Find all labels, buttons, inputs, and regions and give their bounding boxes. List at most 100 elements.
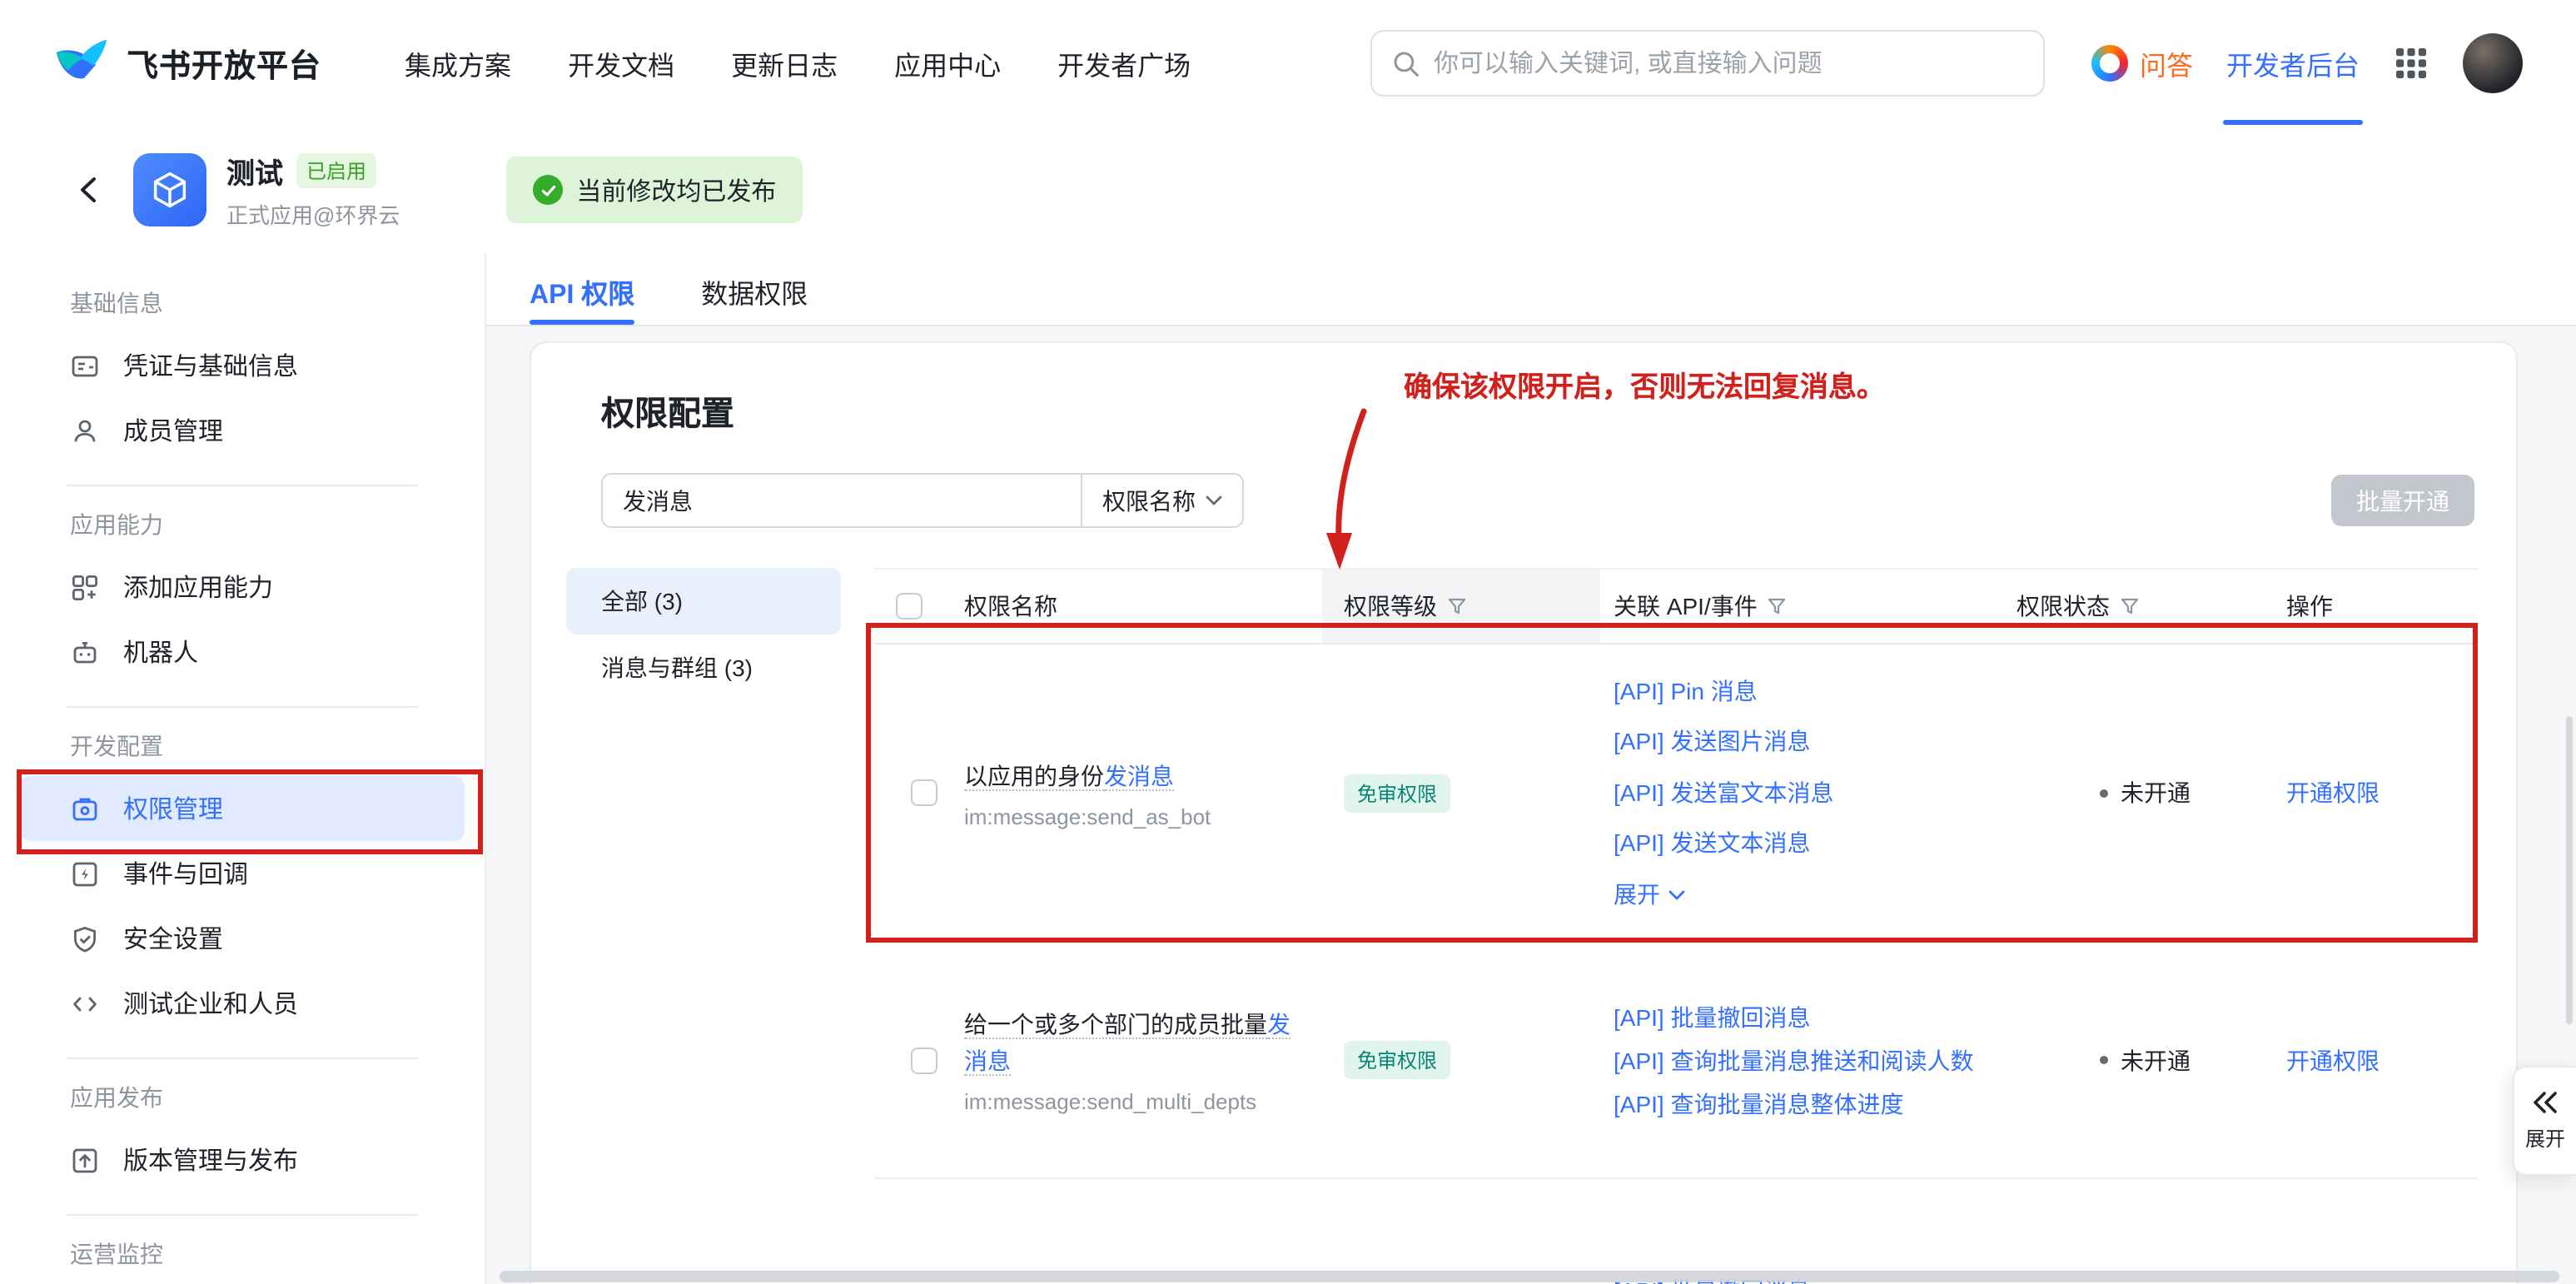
permission-code: im:message:send_as_bot (964, 804, 1322, 829)
nav-item-integration[interactable]: 集成方案 (405, 43, 511, 83)
publish-status-text: 当前修改均已发布 (576, 172, 776, 207)
sidebar-item-label: 测试企业和人员 (123, 986, 298, 1021)
search-type-dropdown[interactable]: 权限名称 (1081, 473, 1244, 528)
permission-name[interactable]: 给一个或多个部门的成员批量发消息 (964, 1006, 1322, 1079)
sidebar-item-events[interactable]: 事件与回调 (20, 841, 465, 906)
feishu-logo-icon (53, 35, 110, 92)
expand-sidebar-fab[interactable]: 展开 (2513, 1066, 2576, 1176)
table-row: 给多个用户批量发消息 [API] 批量撤回消息 [API] 查询批量消息推送和阅… (874, 1179, 2478, 1284)
nav-item-dev-plaza[interactable]: 开发者广场 (1057, 43, 1191, 83)
sidebar-item-credentials[interactable]: 凭证与基础信息 (20, 333, 465, 398)
sidebar-item-add-capability[interactable]: 添加应用能力 (20, 555, 465, 620)
status-cell: 未开通 (2000, 943, 2273, 1177)
horizontal-scrollbar[interactable] (500, 1271, 2559, 1282)
brand[interactable]: 飞书开放平台 (53, 35, 321, 92)
sidebar-section-basic: 基础信息 (0, 286, 485, 320)
api-link[interactable]: [API] 查询批量消息推送和阅读人数 (1614, 1038, 2000, 1082)
id-card-icon (70, 351, 100, 381)
api-link[interactable]: [API] 查询批量消息整体进度 (1614, 1082, 2000, 1125)
back-button[interactable] (73, 173, 107, 207)
enabled-badge: 已启用 (296, 153, 376, 188)
qa-link[interactable]: 问答 (2091, 43, 2193, 83)
permission-search: 权限名称 (601, 473, 1244, 528)
table-header: 权限名称 权限等级 关联 API/事件 权限状态 操作 (874, 568, 2478, 644)
batch-open-button[interactable]: 批量开通 (2331, 475, 2474, 526)
tab-data-permission[interactable]: 数据权限 (701, 253, 808, 325)
apps-grid-icon[interactable] (2393, 45, 2429, 82)
qa-label: 问答 (2140, 43, 2193, 83)
back-chevron-icon (73, 173, 107, 207)
nav-item-docs[interactable]: 开发文档 (568, 43, 674, 83)
filter-all[interactable]: 全部 (3) (566, 568, 841, 635)
user-icon (70, 416, 100, 445)
api-link[interactable]: [API] Pin 消息 (1614, 666, 2000, 717)
sidebar-item-label: 安全设置 (123, 921, 223, 956)
open-permission-link[interactable]: 开通权限 (2286, 1043, 2478, 1077)
search-type-label: 权限名称 (1102, 484, 1196, 517)
expand-apis-link[interactable]: 展开 (1614, 869, 2000, 920)
search-icon (1392, 49, 1420, 77)
select-all-checkbox[interactable] (896, 593, 922, 620)
row-checkbox[interactable] (910, 1047, 937, 1073)
sidebar-item-test-org[interactable]: 测试企业和人员 (20, 971, 465, 1036)
app-meta: 测试 已启用 正式应用@环界云 (226, 150, 400, 230)
code-brackets-icon (70, 988, 100, 1018)
sidebar-item-version-release[interactable]: 版本管理与发布 (20, 1127, 465, 1192)
status-text: 未开通 (2121, 776, 2191, 809)
sidebar-item-bot[interactable]: 机器人 (20, 620, 465, 684)
status-dot (2099, 789, 2107, 797)
sidebar-item-members[interactable]: 成员管理 (20, 398, 465, 463)
filter-funnel-icon[interactable] (1768, 596, 1788, 616)
chevron-down-icon (1206, 495, 1222, 506)
permission-panel: 权限配置 权限名称 批量开通 全部 (3) 消息与群组 (3) (530, 341, 2518, 1284)
row-checkbox[interactable] (910, 779, 937, 806)
filter-funnel-icon[interactable] (2120, 596, 2140, 616)
permission-search-input[interactable] (601, 473, 1081, 528)
sidebar-section-release: 应用发布 (0, 1081, 485, 1114)
api-link[interactable]: [API] 发送图片消息 (1614, 717, 2000, 768)
user-avatar[interactable] (2463, 33, 2523, 93)
sidebar-item-label: 机器人 (123, 635, 198, 669)
status-cell: 未开通 (2000, 644, 2273, 941)
sidebar-item-security[interactable]: 安全设置 (20, 906, 465, 971)
col-header-level: 权限等级 (1344, 590, 1437, 623)
sidebar-divider (67, 1214, 418, 1216)
app-name: 测试 (226, 150, 283, 192)
sidebar-item-label: 凭证与基础信息 (123, 348, 298, 383)
nav-item-changelog[interactable]: 更新日志 (731, 43, 838, 83)
robot-icon (70, 637, 100, 667)
vertical-scrollbar[interactable] (2566, 716, 2573, 1024)
tab-api-permission[interactable]: API 权限 (530, 253, 634, 325)
panel-title: 权限配置 (601, 386, 734, 435)
sidebar-item-label: 事件与回调 (123, 856, 248, 891)
app-subtitle: 正式应用@环界云 (226, 198, 400, 230)
filter-message-group[interactable]: 消息与群组 (3) (566, 635, 841, 701)
nav-right: 问答 开发者后台 (2091, 33, 2523, 93)
cube-icon (148, 168, 191, 212)
app-header: 测试 已启用 正式应用@环界云 当前修改均已发布 (0, 127, 2576, 253)
open-permission-link[interactable]: 开通权限 (2286, 776, 2478, 809)
global-search-input[interactable] (1434, 49, 2023, 77)
api-link[interactable]: [API] 发送富文本消息 (1614, 768, 2000, 819)
nav-item-app-center[interactable]: 应用中心 (894, 43, 1001, 83)
permission-table: 权限名称 权限等级 关联 API/事件 权限状态 操作 (874, 568, 2478, 1284)
shield-icon (70, 923, 100, 953)
category-filter-list: 全部 (3) 消息与群组 (3) (566, 568, 841, 701)
filter-funnel-icon[interactable] (1447, 596, 1467, 616)
global-search[interactable] (1370, 30, 2045, 97)
expand-apis-label: 展开 (1614, 869, 1660, 920)
api-link[interactable]: [API] 发送文本消息 (1614, 819, 2000, 869)
sidebar-section-capability: 应用能力 (0, 508, 485, 541)
chevron-down-icon (1668, 888, 1685, 900)
col-header-name: 权限名称 (964, 590, 1057, 623)
sidebar-item-permissions[interactable]: 权限管理 (20, 776, 465, 841)
sidebar-divider (67, 1058, 418, 1059)
publish-status-pill: 当前修改均已发布 (506, 157, 803, 223)
api-link[interactable]: [API] 批量撤回消息 (1614, 995, 2000, 1038)
qa-icon (2091, 45, 2128, 82)
permission-name[interactable]: 以应用的身份发消息 (964, 757, 1322, 794)
sidebar-divider (67, 706, 418, 708)
developer-console-link[interactable]: 开发者后台 (2226, 43, 2360, 83)
expand-fab-label: 展开 (2525, 1123, 2565, 1152)
col-header-status: 权限状态 (2017, 590, 2110, 623)
